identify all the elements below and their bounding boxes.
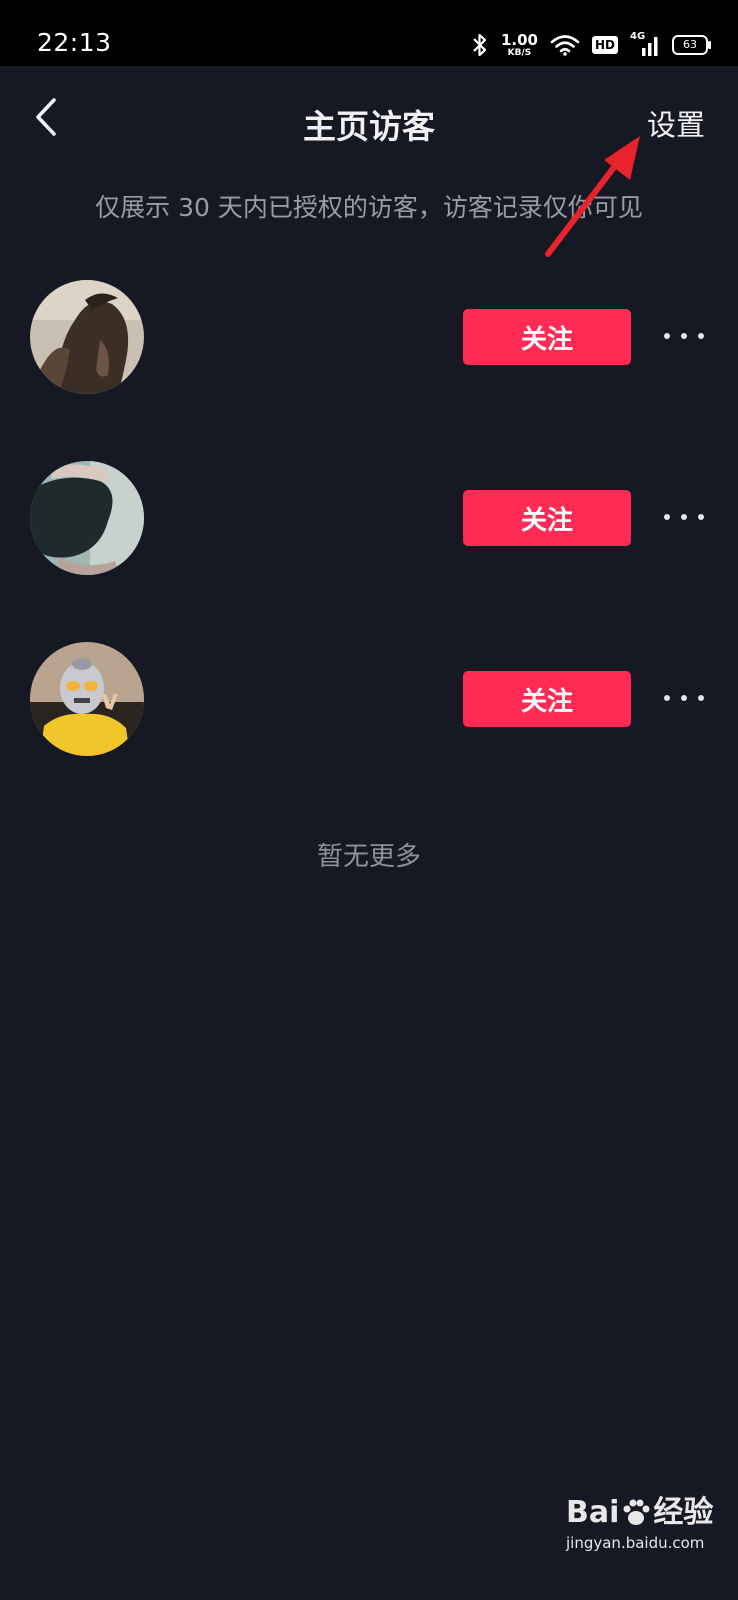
net-speed: 1.00 KB/S <box>500 30 538 58</box>
signal-icon: 4G <box>630 31 660 57</box>
bluetooth-icon <box>473 33 487 57</box>
watermark-logo: Bai 经验 <box>566 1496 713 1530</box>
visitor-row: 关注 <box>0 642 738 762</box>
net-speed-value: 1.00 <box>500 30 538 49</box>
avatar[interactable] <box>30 280 144 394</box>
visitor-row: 关注 <box>0 280 738 400</box>
more-options-icon[interactable] <box>664 507 704 527</box>
avatar[interactable] <box>30 642 144 756</box>
more-options-icon[interactable] <box>664 688 704 708</box>
follow-button[interactable]: 关注 <box>463 309 631 365</box>
more-options-icon[interactable] <box>664 326 704 346</box>
watermark-brand-left: Bai <box>566 1495 620 1530</box>
status-time: 22:13 <box>37 28 112 57</box>
no-more-text: 暂无更多 <box>316 842 421 872</box>
status-bar: 22:13 1.00 KB/S HD 4G 63 <box>0 0 738 66</box>
follow-button[interactable]: 关注 <box>463 490 631 546</box>
annotation-arrow <box>545 136 640 257</box>
wifi-icon <box>550 35 580 56</box>
status-icons: 1.00 KB/S HD 4G 63 <box>471 28 711 62</box>
watermark-brand-right: 经验 <box>653 1495 714 1530</box>
paw-icon <box>623 1499 650 1525</box>
watermark-url: jingyan.baidu.com <box>566 1534 705 1552</box>
battery-icon: 63 <box>672 35 711 55</box>
settings-button[interactable]: 设置 <box>647 102 705 144</box>
net-speed-unit: KB/S <box>507 47 532 58</box>
follow-button[interactable]: 关注 <box>463 671 631 727</box>
hd-icon: HD <box>591 36 618 54</box>
avatar[interactable] <box>30 461 144 575</box>
watermark: Bai 经验 jingyan.baidu.com <box>566 1496 713 1553</box>
visitor-row: 关注 <box>0 461 738 581</box>
